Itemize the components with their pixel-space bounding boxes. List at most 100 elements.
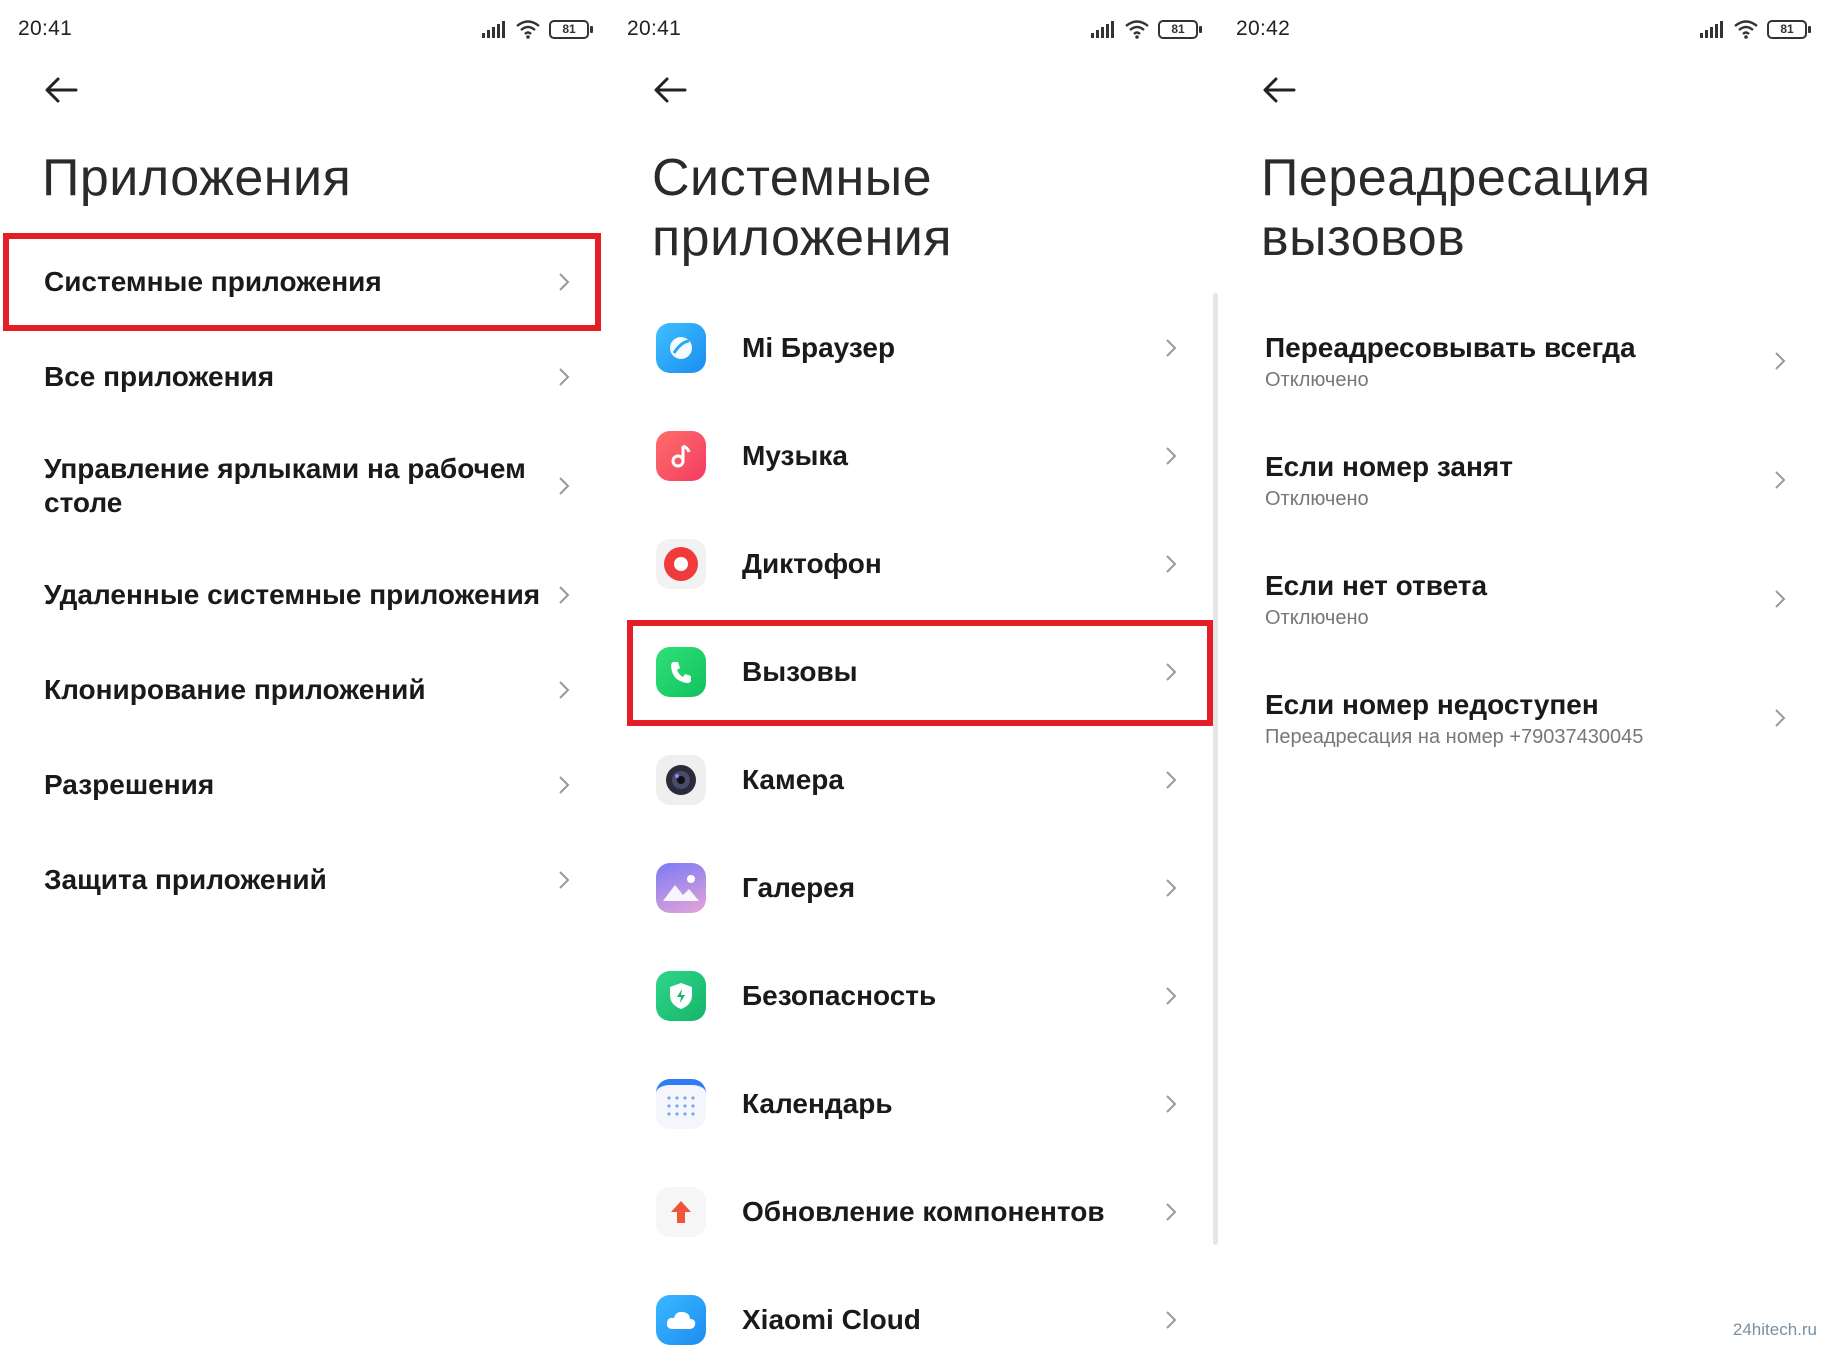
app-item-security[interactable]: Безопасность	[609, 942, 1218, 1050]
menu-item-label: Удаленные системные приложения	[44, 579, 541, 610]
battery-icon: 81	[549, 19, 593, 39]
camera-icon	[656, 755, 706, 805]
menu-item-label: Защита приложений	[44, 864, 327, 895]
status-bar: 20:41 81	[627, 14, 1202, 44]
apps-settings-panel: 20:41 81 Приложения Системные приложения…	[0, 0, 609, 1354]
cloud-icon	[656, 1295, 706, 1345]
status-time: 20:42	[1236, 17, 1291, 40]
music-icon	[656, 431, 706, 481]
menu-item-removed-system-apps[interactable]: Удаленные системные приложения	[0, 548, 609, 642]
menu-item-permissions[interactable]: Разрешения	[0, 738, 609, 832]
forward-no-answer-item[interactable]: Если нет ответа Отключено	[1218, 540, 1827, 658]
wifi-icon	[1734, 20, 1758, 39]
call-forwarding-panel: 20:42 81 Переадресация вызовов Переадрес…	[1218, 0, 1827, 1354]
watermark: 24hitech.ru	[1732, 1320, 1817, 1339]
app-item-calendar[interactable]: Календарь	[609, 1050, 1218, 1158]
forward-item-status: Отключено	[1265, 368, 1369, 391]
signal-icon	[1091, 21, 1114, 38]
menu-item-label: Управление ярлыками на рабочем столе	[44, 453, 526, 518]
app-item-label: Календарь	[742, 1088, 893, 1119]
app-item-label: Обновление компонентов	[742, 1196, 1105, 1227]
recorder-icon	[656, 539, 706, 589]
back-arrow-icon[interactable]	[40, 68, 84, 112]
menu-item-shortcuts[interactable]: Управление ярлыками на рабочем столе	[0, 436, 609, 536]
app-item-recorder[interactable]: Диктофон	[609, 510, 1218, 618]
app-item-music[interactable]: Музыка	[609, 402, 1218, 510]
chevron-right-icon	[559, 871, 570, 889]
forward-when-busy-item[interactable]: Если номер занят Отключено	[1218, 421, 1827, 539]
chevron-right-icon	[1166, 555, 1177, 573]
page-title-line-2: приложения	[652, 209, 953, 267]
menu-item-label: Системные приложения	[44, 266, 382, 297]
page-title: Приложения	[42, 149, 352, 207]
chevron-right-icon	[1166, 447, 1177, 465]
chevron-right-icon	[1166, 771, 1177, 789]
forward-item-status: Переадресация на номер +79037430045	[1265, 725, 1644, 748]
battery-icon: 81	[1767, 19, 1811, 39]
calendar-icon	[656, 1079, 706, 1129]
chevron-right-icon	[1775, 590, 1786, 608]
forward-item-label: Если номер занят	[1265, 450, 1513, 482]
menu-item-label: Разрешения	[44, 769, 215, 800]
chevron-right-icon	[559, 477, 570, 495]
chevron-right-icon	[559, 586, 570, 604]
menu-item-label: Все приложения	[44, 361, 275, 392]
app-item-component-update[interactable]: Обновление компонентов	[609, 1158, 1218, 1266]
wifi-icon	[516, 20, 540, 39]
app-item-label: Вызовы	[742, 656, 858, 687]
gallery-icon	[656, 863, 706, 913]
app-item-label: Xiaomi Cloud	[742, 1304, 921, 1335]
chevron-right-icon	[1775, 709, 1786, 727]
app-item-mi-browser[interactable]: Mi Браузер	[609, 294, 1218, 402]
forward-item-label: Переадресовывать всегда	[1265, 331, 1636, 363]
app-item-label: Диктофон	[742, 548, 882, 579]
wifi-icon	[1125, 20, 1149, 39]
forward-unreachable-item[interactable]: Если номер недоступен Переадресация на н…	[1218, 659, 1827, 777]
app-item-label: Музыка	[742, 440, 848, 471]
app-item-camera[interactable]: Камера	[609, 726, 1218, 834]
menu-item-all-apps[interactable]: Все приложения	[0, 330, 609, 424]
page-title: Системные приложения	[652, 148, 952, 268]
page-title-line-2: вызовов	[1261, 209, 1466, 267]
app-item-calls[interactable]: Вызовы	[609, 618, 1218, 726]
app-item-label: Безопасность	[742, 980, 937, 1011]
menu-item-system-apps[interactable]: Системные приложения	[0, 235, 609, 329]
chevron-right-icon	[1166, 987, 1177, 1005]
phone-icon	[656, 647, 706, 697]
forward-item-label: Если номер недоступен	[1265, 688, 1599, 720]
status-time: 20:41	[627, 17, 682, 40]
chevron-right-icon	[1775, 471, 1786, 489]
app-item-xiaomi-cloud[interactable]: Xiaomi Cloud	[609, 1266, 1218, 1354]
status-time: 20:41	[18, 17, 73, 40]
forward-item-status: Отключено	[1265, 487, 1369, 510]
app-item-label: Mi Браузер	[742, 332, 896, 363]
update-icon	[656, 1187, 706, 1237]
app-item-gallery[interactable]: Галерея	[609, 834, 1218, 942]
status-bar: 20:42 81	[1236, 14, 1811, 44]
chevron-right-icon	[1166, 1095, 1177, 1113]
menu-item-dual-apps[interactable]: Клонирование приложений	[0, 643, 609, 737]
forward-always-item[interactable]: Переадресовывать всегда Отключено	[1218, 302, 1827, 420]
signal-icon	[482, 21, 505, 38]
chevron-right-icon	[559, 368, 570, 386]
page-title-line-1: Переадресация	[1261, 149, 1651, 207]
menu-item-app-lock[interactable]: Защита приложений	[0, 833, 609, 927]
chevron-right-icon	[1166, 1311, 1177, 1329]
back-arrow-icon[interactable]	[1258, 68, 1302, 112]
chevron-right-icon	[1166, 663, 1177, 681]
chevron-right-icon	[559, 776, 570, 794]
battery-icon: 81	[1158, 19, 1202, 39]
app-item-label: Галерея	[742, 872, 856, 903]
page-title-line-1: Системные	[652, 149, 933, 207]
chevron-right-icon	[1775, 352, 1786, 370]
app-item-label: Камера	[742, 764, 844, 795]
forward-item-label: Если нет ответа	[1265, 569, 1488, 601]
chevron-right-icon	[559, 273, 570, 291]
signal-icon	[1700, 21, 1723, 38]
status-bar: 20:41 81	[18, 14, 593, 44]
chevron-right-icon	[559, 681, 570, 699]
system-apps-panel: 20:41 81 Системные приложения Mi Браузер…	[609, 0, 1218, 1354]
browser-icon	[656, 323, 706, 373]
forward-item-status: Отключено	[1265, 606, 1369, 629]
back-arrow-icon[interactable]	[649, 68, 693, 112]
